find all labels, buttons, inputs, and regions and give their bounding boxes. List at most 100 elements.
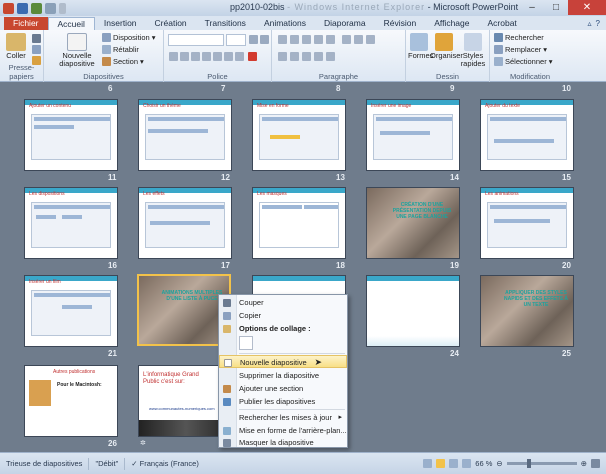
redo-icon[interactable] <box>45 2 56 14</box>
columns-icon[interactable] <box>326 52 335 61</box>
menu-check-updates[interactable]: Rechercher les mises à jour ▸ <box>219 411 347 424</box>
menu-publish[interactable]: Publier les diapositives <box>219 395 347 408</box>
slide-number: 10 <box>562 84 571 93</box>
line-spacing-icon[interactable] <box>326 35 335 44</box>
tab-fichier[interactable]: Fichier <box>4 17 48 30</box>
cut-icon[interactable] <box>32 34 41 43</box>
section-button[interactable]: Section ▾ <box>102 57 144 66</box>
help-icon[interactable]: ? <box>596 19 600 28</box>
document-name: pp2010-02bis <box>230 2 285 12</box>
underline-icon[interactable] <box>191 52 200 61</box>
tab-diaporama[interactable]: Diaporama <box>315 17 375 30</box>
normal-view-icon[interactable] <box>423 459 433 468</box>
font-color-icon[interactable] <box>248 52 257 61</box>
tab-transitions[interactable]: Transitions <box>196 17 255 30</box>
tab-creation[interactable]: Création <box>146 17 196 30</box>
slide-thumbnail[interactable]: Les effets <box>138 187 232 259</box>
reset-button[interactable]: Rétablir <box>102 45 139 54</box>
paste-keep-format-icon[interactable] <box>239 336 253 350</box>
slide-thumbnail[interactable]: CRÉATION D'UNE PRÉSENTATION DEPUIS UNE P… <box>366 187 460 259</box>
menu-copy[interactable]: Copier <box>219 309 347 322</box>
status-view: Trieuse de diapositives <box>0 457 90 470</box>
bullets-icon[interactable] <box>278 35 287 44</box>
slide-thumbnail[interactable]: Ajouter du texte <box>480 99 574 171</box>
align-right-icon[interactable] <box>302 52 311 61</box>
align-left-icon[interactable] <box>278 52 287 61</box>
replace-button[interactable]: Remplacer ▾ <box>494 45 547 54</box>
close-icon[interactable]: ✕ <box>568 0 606 15</box>
slide-thumbnail[interactable]: Insérer un film <box>24 275 118 347</box>
zoom-out-icon[interactable]: ⊖ <box>496 459 502 468</box>
zoom-slider[interactable] <box>506 459 577 468</box>
slide-thumbnail[interactable]: Insérer une image <box>366 99 460 171</box>
select-button[interactable]: Sélectionner ▾ <box>494 57 552 66</box>
shadow-icon[interactable] <box>213 52 222 61</box>
find-button[interactable]: Rechercher <box>494 33 544 42</box>
slide-thumbnail[interactable] <box>366 275 460 347</box>
font-name-box[interactable] <box>168 34 224 46</box>
tab-revision[interactable]: Révision <box>375 17 426 30</box>
menu-add-section[interactable]: Ajouter une section <box>219 382 347 395</box>
text-direction-icon[interactable] <box>342 35 351 44</box>
minimize-icon[interactable]: – <box>520 0 544 15</box>
new-slide-icon <box>67 33 87 51</box>
maximize-icon[interactable]: □ <box>544 0 568 15</box>
tab-affichage[interactable]: Affichage <box>425 17 478 30</box>
shrink-font-icon[interactable] <box>260 35 269 44</box>
smartart-icon[interactable] <box>366 35 375 44</box>
slide-title-text: APPLIQUER DES STYLES NAPIDS ET DES EFFET… <box>504 290 568 308</box>
slide-thumbnail[interactable]: Choisir un thème <box>138 99 232 171</box>
slide-thumbnail[interactable]: Autres publications Pour le Macintosh: <box>24 365 118 437</box>
copy-icon[interactable] <box>32 45 41 54</box>
char-spacing-icon[interactable] <box>224 52 233 61</box>
zoom-in-icon[interactable]: ⊕ <box>581 459 587 468</box>
italic-icon[interactable] <box>180 52 189 61</box>
menu-new-slide[interactable]: Nouvelle diapositive ➤ <box>219 355 347 368</box>
quick-styles-button[interactable]: Styles rapides <box>458 33 488 68</box>
reading-view-icon[interactable] <box>449 459 459 468</box>
menu-format-background[interactable]: Mise en forme de l'arrière-plan... <box>219 424 347 437</box>
slide-thumbnail[interactable]: Mise en forme <box>252 99 346 171</box>
sorter-view-icon[interactable] <box>436 459 446 468</box>
layout-button[interactable]: Disposition ▾ <box>102 33 155 42</box>
slide-thumbnail[interactable]: APPLIQUER DES STYLES NAPIDS ET DES EFFET… <box>480 275 574 347</box>
grow-font-icon[interactable] <box>249 35 258 44</box>
slide-number: 21 <box>108 349 117 358</box>
align-center-icon[interactable] <box>290 52 299 61</box>
tab-accueil[interactable]: Accueil <box>47 17 95 30</box>
numbering-icon[interactable] <box>290 35 299 44</box>
change-case-icon[interactable] <box>235 52 244 61</box>
paste-button[interactable]: Coller <box>4 33 28 60</box>
menu-delete-slide[interactable]: Supprimer la diapositive <box>219 369 347 382</box>
menu-hide-slide[interactable]: Masquer la diapositive <box>219 437 347 448</box>
zoom-level[interactable]: 66 % <box>475 459 492 468</box>
decrease-indent-icon[interactable] <box>302 35 311 44</box>
slide-thumbnail[interactable]: Ajouter un contenu <box>24 99 118 171</box>
font-size-box[interactable] <box>226 34 246 46</box>
slide-number: 7 <box>221 84 226 93</box>
new-slide-button[interactable]: Nouvelle diapositive <box>54 33 100 68</box>
slide-thumbnail[interactable]: Les animations <box>480 187 574 259</box>
fit-window-icon[interactable] <box>591 459 600 468</box>
bold-icon[interactable] <box>169 52 178 61</box>
customize-qat-icon[interactable] <box>59 2 66 14</box>
align-text-icon[interactable] <box>354 35 363 44</box>
slide-thumbnail-selected[interactable]: ANIMATIONS MULTIPLES D'UNE LISTE À PUCE <box>137 274 231 346</box>
increase-indent-icon[interactable] <box>314 35 323 44</box>
shapes-button[interactable]: Formes <box>408 33 433 60</box>
arrange-button[interactable]: Organiser <box>430 33 463 60</box>
strikethrough-icon[interactable] <box>202 52 211 61</box>
tab-insertion[interactable]: Insertion <box>95 17 146 30</box>
status-language[interactable]: ✓ Français (France) <box>125 458 205 470</box>
slideshow-view-icon[interactable] <box>462 459 472 468</box>
slide-thumbnail[interactable]: Les masques <box>252 187 346 259</box>
zoom-slider-thumb[interactable] <box>527 459 532 468</box>
save-icon[interactable] <box>17 2 28 14</box>
slide-thumbnail[interactable]: Les dispositions <box>24 187 118 259</box>
minimize-ribbon-icon[interactable]: ▵ <box>588 19 592 28</box>
tab-acrobat[interactable]: Acrobat <box>478 17 525 30</box>
justify-icon[interactable] <box>314 52 323 61</box>
menu-cut[interactable]: Couper <box>219 296 347 309</box>
tab-animations[interactable]: Animations <box>255 17 315 30</box>
undo-icon[interactable] <box>31 2 42 14</box>
